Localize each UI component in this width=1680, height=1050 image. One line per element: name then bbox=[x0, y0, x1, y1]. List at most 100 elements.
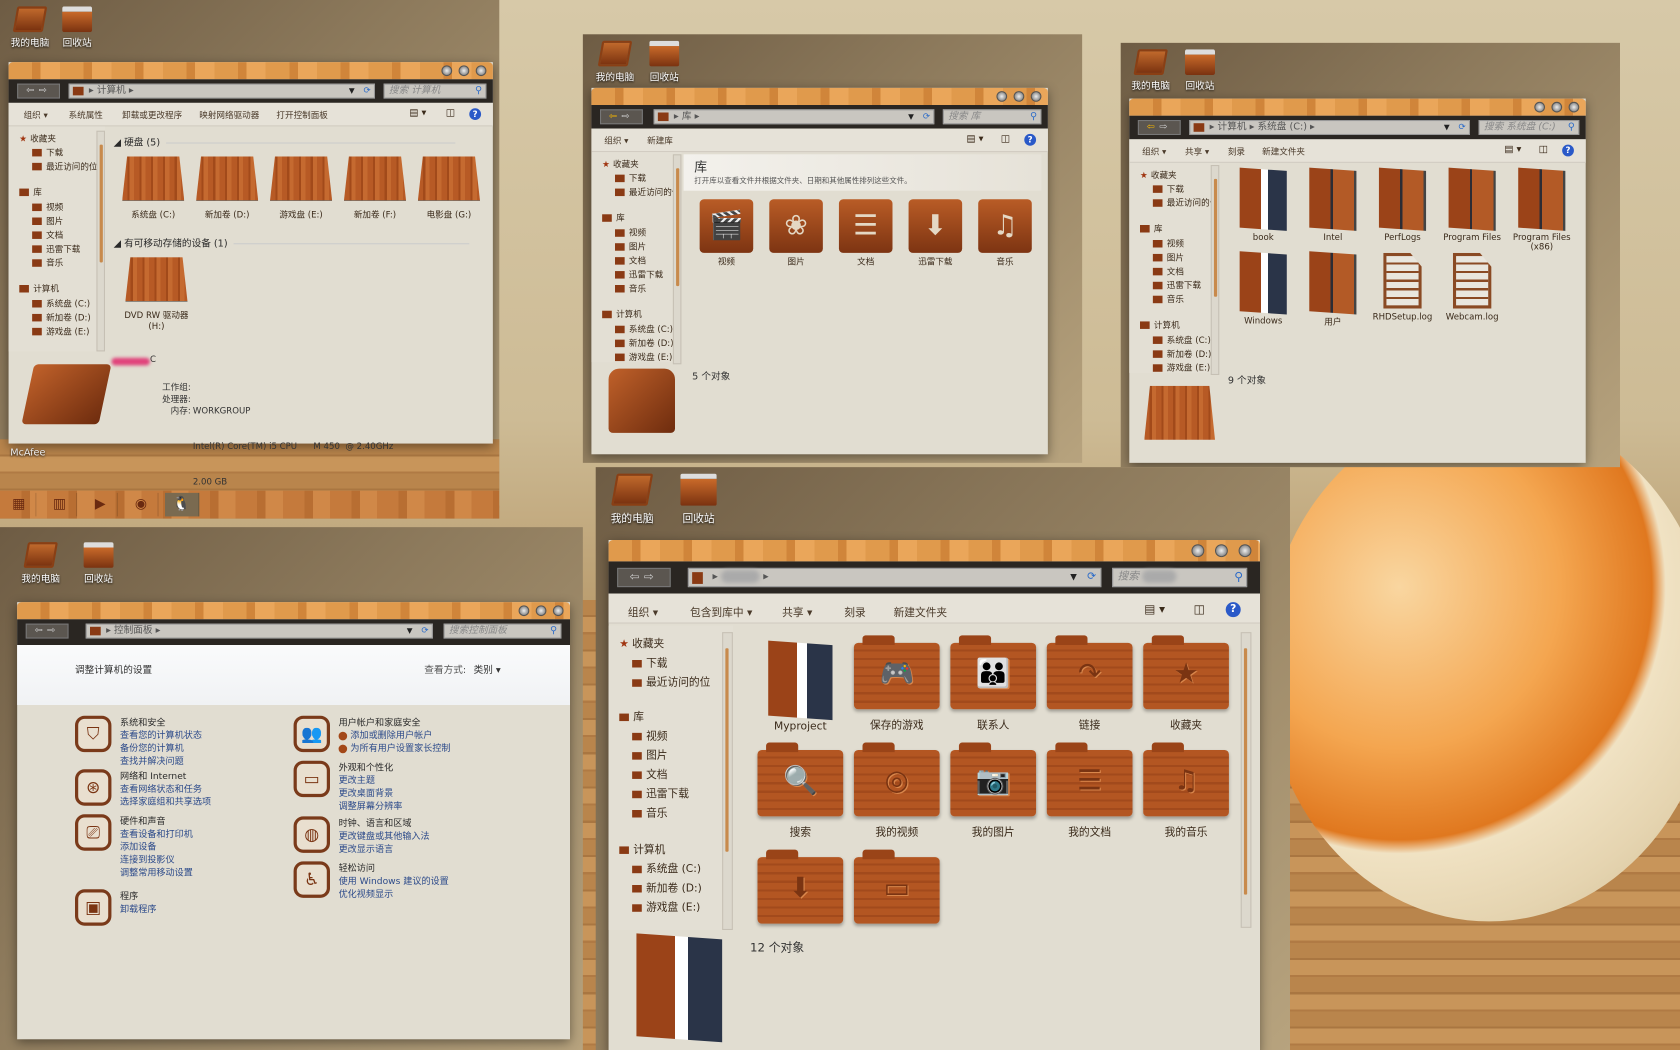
address-bar[interactable]: ▸ 计算机 ▸ ▼ ⟳ bbox=[68, 83, 376, 99]
drive-item[interactable]: 电影盘 (G:) bbox=[414, 156, 485, 220]
nav-item[interactable]: 最近访问的位 bbox=[32, 161, 98, 173]
address-bar[interactable]: ▸ 控制面板 ▸ ▼ ⟳ bbox=[85, 623, 433, 639]
view-options-icon[interactable]: ▤ ▾ bbox=[409, 108, 426, 119]
category-title[interactable]: 轻松访问 bbox=[339, 861, 375, 875]
close-button[interactable] bbox=[1568, 101, 1580, 113]
content-scrollbar[interactable] bbox=[1240, 632, 1252, 928]
search-icon[interactable]: ⚲ bbox=[550, 625, 557, 638]
media-player-icon[interactable]: ▶ bbox=[84, 492, 118, 517]
system-properties-button[interactable]: 系统属性 bbox=[69, 109, 103, 121]
dvd-drive-item[interactable]: DVD RW 驱动器 (H:) bbox=[118, 257, 195, 331]
category-title[interactable]: 用户帐户和家庭安全 bbox=[339, 716, 421, 729]
uninstall-program-button[interactable]: 卸载或更改程序 bbox=[122, 109, 182, 121]
nav-item[interactable]: 音乐 bbox=[632, 804, 668, 820]
category-link[interactable]: 选择家庭组和共享选项 bbox=[120, 795, 211, 808]
back-forward-buttons[interactable]: ⇦⇨ bbox=[25, 623, 69, 639]
category-icon[interactable]: ▣ bbox=[75, 889, 112, 926]
search-input[interactable]: 搜索 ⚲ bbox=[1112, 567, 1248, 588]
category-link[interactable]: 更改显示语言 bbox=[339, 842, 394, 855]
back-arrow-icon[interactable]: ⇦ bbox=[1147, 122, 1159, 133]
file-item[interactable]: Program Files (x86) bbox=[1509, 167, 1575, 252]
file-item[interactable]: book bbox=[1230, 167, 1296, 242]
nav-item[interactable]: 视频 bbox=[632, 726, 668, 743]
start-orb-icon[interactable]: ▦ bbox=[2, 492, 37, 517]
drive-item[interactable]: 新加卷 (D:) bbox=[192, 156, 263, 220]
folder-item[interactable]: ⬇ bbox=[754, 849, 846, 930]
category-link[interactable]: 调整屏幕分辨率 bbox=[339, 799, 403, 812]
category-icon[interactable]: ⊛ bbox=[75, 769, 112, 806]
back-arrow-icon[interactable]: ⇦ bbox=[630, 570, 644, 584]
search-input[interactable]: 搜索 库 ⚲ bbox=[942, 109, 1042, 125]
new-folder-button[interactable]: 新建文件夹 bbox=[894, 603, 948, 620]
search-icon[interactable]: ⚲ bbox=[1030, 110, 1037, 123]
folder-item[interactable]: ↷ 链接 bbox=[1044, 635, 1136, 732]
back-arrow-icon[interactable]: ⇦ bbox=[35, 626, 47, 637]
nav-item[interactable]: ★ 收藏夹 bbox=[602, 159, 639, 171]
new-folder-button[interactable]: 新建文件夹 bbox=[1262, 146, 1305, 158]
address-dropdown-icon[interactable]: ▼ bbox=[407, 625, 413, 638]
map-network-drive-button[interactable]: 映射网络驱动器 bbox=[199, 109, 259, 121]
back-arrow-icon[interactable]: ⇦ bbox=[609, 111, 621, 122]
nav-item[interactable]: 系统盘 (C:) bbox=[615, 324, 673, 336]
burn-button[interactable]: 刻录 bbox=[1228, 146, 1245, 158]
preview-pane-icon[interactable]: ◫ bbox=[1001, 134, 1010, 145]
maximize-button[interactable] bbox=[1551, 101, 1563, 113]
organize-menu[interactable]: 组织 ▾ bbox=[604, 135, 628, 147]
nav-item[interactable]: 库 bbox=[19, 186, 42, 198]
nav-item[interactable]: 最近访问的位 bbox=[615, 186, 680, 198]
library-icon[interactable]: ▥ bbox=[43, 492, 78, 517]
nav-item[interactable]: 文档 bbox=[632, 765, 668, 781]
forward-arrow-icon[interactable]: ⇨ bbox=[621, 111, 633, 122]
burn-button[interactable]: 刻录 bbox=[844, 603, 865, 620]
preview-pane-icon[interactable]: ◫ bbox=[446, 108, 455, 119]
desktop-icon-recycle-bin[interactable]: 回收站 bbox=[49, 6, 105, 49]
nav-item[interactable]: ★ 收藏夹 bbox=[1140, 169, 1177, 181]
help-icon[interactable]: ? bbox=[469, 108, 482, 121]
file-item[interactable]: Windows bbox=[1230, 251, 1296, 326]
refresh-icon[interactable]: ⟳ bbox=[1459, 121, 1466, 134]
library-item[interactable]: ❀ 图片 bbox=[764, 199, 828, 268]
category-title[interactable]: 系统和安全 bbox=[120, 716, 166, 729]
refresh-icon[interactable]: ⟳ bbox=[421, 625, 428, 638]
help-icon[interactable]: ? bbox=[1225, 602, 1241, 618]
back-forward-buttons[interactable]: ⇦⇨ bbox=[1137, 120, 1181, 136]
nav-item[interactable]: 新加卷 (D:) bbox=[1152, 348, 1211, 360]
maximize-button[interactable] bbox=[458, 65, 470, 77]
category-link[interactable]: 查找并解决问题 bbox=[120, 754, 184, 767]
nav-item[interactable]: 图片 bbox=[632, 746, 668, 762]
nav-item[interactable]: 计算机 bbox=[619, 840, 665, 856]
address-dropdown-icon[interactable]: ▼ bbox=[908, 110, 914, 123]
desktop-icon-my-computer[interactable]: 我的电脑 bbox=[604, 473, 660, 525]
file-item[interactable]: RHDSetup.log bbox=[1369, 252, 1435, 321]
desktop-icon-recycle-bin[interactable]: 回收站 bbox=[671, 473, 727, 525]
close-button[interactable] bbox=[1238, 544, 1252, 558]
folder-item[interactable]: 🔍 搜索 bbox=[754, 742, 846, 839]
back-forward-buttons[interactable]: ⇦⇨ bbox=[600, 109, 643, 125]
address-dropdown-icon[interactable]: ▼ bbox=[1444, 121, 1450, 134]
desktop-icon-my-computer[interactable]: 我的电脑 bbox=[1123, 49, 1179, 92]
open-control-panel-button[interactable]: 打开控制面板 bbox=[276, 109, 327, 121]
disc-icon[interactable]: ◉ bbox=[124, 492, 159, 517]
share-menu[interactable]: 共享 ▾ bbox=[782, 603, 812, 620]
nav-item[interactable]: 新加卷 (D:) bbox=[615, 338, 674, 350]
nav-scrollbar[interactable] bbox=[672, 154, 682, 365]
minimize-button[interactable] bbox=[996, 91, 1008, 102]
nav-item[interactable]: 音乐 bbox=[32, 257, 63, 269]
category-link[interactable]: 卸载程序 bbox=[120, 902, 156, 915]
desktop-icon-mcafee[interactable]: McAfee bbox=[0, 448, 56, 459]
drive-item[interactable]: 新加卷 (F:) bbox=[340, 156, 411, 220]
section-removable[interactable]: ◢ 有可移动存储的设备 (1) bbox=[114, 236, 470, 250]
address-dropdown-icon[interactable]: ▼ bbox=[349, 85, 355, 98]
nav-item[interactable]: 计算机 bbox=[1140, 319, 1180, 331]
nav-item[interactable]: 文档 bbox=[615, 255, 646, 267]
nav-item[interactable]: 迅雷下载 bbox=[1152, 280, 1201, 292]
nav-item[interactable]: 下载 bbox=[615, 173, 646, 185]
close-button[interactable] bbox=[1030, 91, 1042, 102]
view-options-icon[interactable]: ▤ ▾ bbox=[966, 134, 983, 145]
category-link[interactable]: 调整常用移动设置 bbox=[120, 866, 193, 879]
category-link[interactable]: 连接到投影仪 bbox=[120, 853, 175, 866]
nav-item[interactable]: 视频 bbox=[615, 227, 646, 239]
nav-item[interactable]: 游戏盘 (E:) bbox=[632, 898, 700, 914]
category-icon[interactable]: ⛉ bbox=[75, 715, 112, 753]
minimize-button[interactable] bbox=[441, 65, 453, 77]
